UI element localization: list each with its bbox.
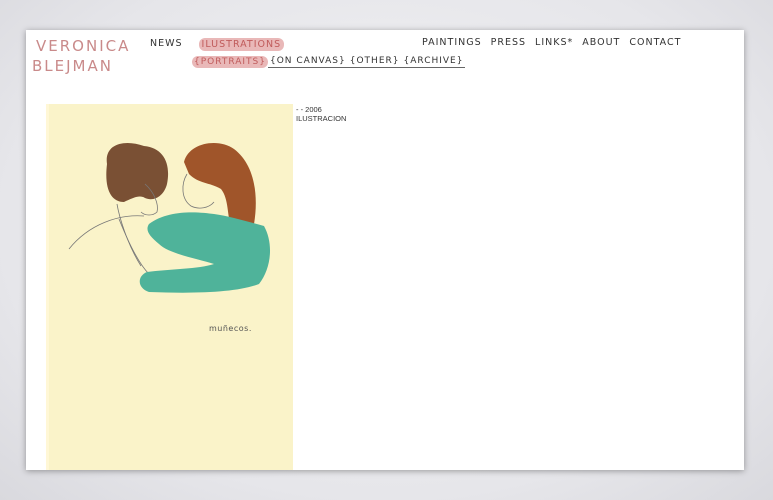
- artwork-signature: muñecos.: [209, 324, 252, 333]
- subnav-other[interactable]: {OTHER}: [348, 55, 402, 67]
- artwork-caption: - - 2006 ILUSTRACION: [296, 105, 346, 123]
- artwork-drawing: [68, 142, 271, 293]
- page-frame: VERONICA BLEJMAN NEWS ILUSTRATIONS {PORT…: [26, 30, 744, 470]
- nav-illustrations[interactable]: ILUSTRATIONS: [198, 38, 285, 51]
- nav-paintings[interactable]: PAINTINGS: [422, 37, 482, 48]
- logo-line-2: BLEJMAN: [32, 57, 113, 75]
- subnav-underlined-group: {ON CANVAS} {OTHER} {ARCHIVE}: [267, 55, 466, 68]
- site-logo[interactable]: VERONICA BLEJMAN: [32, 36, 131, 76]
- subnav-portraits[interactable]: {PORTRAITS}: [192, 55, 268, 68]
- nav-press[interactable]: PRESS: [491, 37, 526, 48]
- illustrations-subnav: {PORTRAITS} {ON CANVAS} {OTHER} {ARCHIVE…: [192, 55, 466, 68]
- caption-title: ILUSTRACION: [296, 114, 347, 123]
- primary-nav-right: PAINTINGS PRESS LINKS* ABOUT CONTACT: [422, 37, 681, 48]
- caption-date: - - 2006: [296, 105, 322, 114]
- logo-line-1: VERONICA: [36, 37, 131, 55]
- subnav-on-canvas[interactable]: {ON CANVAS}: [268, 55, 348, 67]
- primary-nav-left: NEWS ILUSTRATIONS: [150, 38, 285, 51]
- nav-contact[interactable]: CONTACT: [629, 37, 681, 48]
- nav-about[interactable]: ABOUT: [582, 37, 620, 48]
- subnav-archive[interactable]: {ARCHIVE}: [402, 55, 466, 67]
- nav-links[interactable]: LINKS*: [535, 37, 573, 48]
- artwork-image[interactable]: muñecos.: [46, 104, 293, 470]
- nav-news[interactable]: NEWS: [150, 38, 183, 51]
